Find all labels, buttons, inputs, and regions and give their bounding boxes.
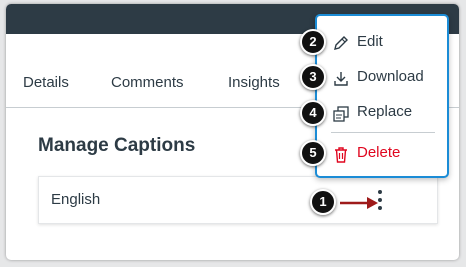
menu-item-label: Replace: [357, 103, 413, 120]
menu-item-label: Download: [357, 68, 424, 85]
callout-badge-1: 1: [310, 189, 336, 215]
replace-icon: [331, 104, 351, 124]
menu-item-delete[interactable]: Delete: [317, 139, 447, 169]
menu-item-replace[interactable]: Replace: [317, 98, 447, 128]
menu-item-edit[interactable]: Edit: [317, 28, 447, 58]
menu-divider: [331, 132, 435, 133]
manage-captions-heading: Manage Captions: [38, 135, 196, 156]
tab-comments[interactable]: Comments: [111, 74, 184, 91]
callout-badge-3: 3: [300, 64, 326, 90]
pencil-icon: [331, 34, 351, 54]
callout-badge-4: 4: [300, 100, 326, 126]
download-icon: [331, 69, 351, 89]
callout-badge-2: 2: [300, 29, 326, 55]
trash-icon: [331, 145, 351, 165]
kebab-icon: [378, 190, 382, 194]
menu-item-label: Delete: [357, 144, 401, 161]
menu-item-label: Edit: [357, 33, 383, 50]
callout-badge-5: 5: [300, 140, 326, 166]
tab-insights[interactable]: Insights: [228, 74, 280, 91]
menu-item-download[interactable]: Download: [317, 63, 447, 93]
callout-arrow-icon: [340, 197, 378, 209]
caption-options-menu: Edit Download Replace Delete: [315, 14, 449, 178]
tab-details[interactable]: Details: [23, 74, 69, 91]
caption-language-label: English: [51, 191, 101, 208]
